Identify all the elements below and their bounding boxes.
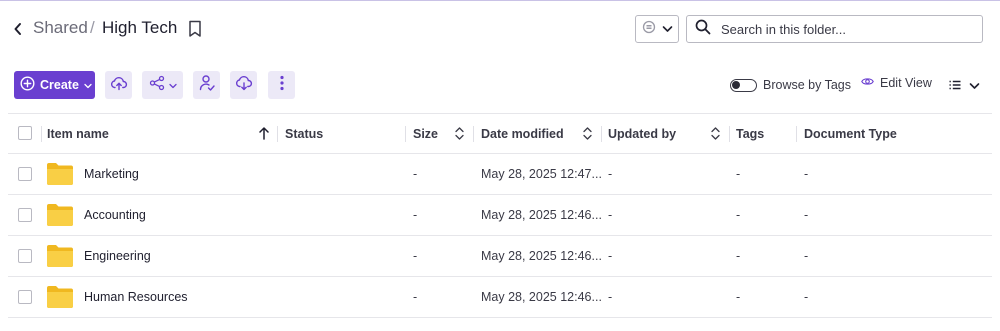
folder-icon: [46, 244, 74, 273]
edit-view-label: Edit View: [880, 76, 932, 90]
column-header-updated-by[interactable]: Updated by: [608, 114, 676, 153]
edit-view-button[interactable]: Edit View: [861, 76, 932, 90]
item-updated-by: -: [608, 208, 613, 222]
item-name[interactable]: Accounting: [84, 195, 146, 235]
item-document-type: -: [804, 167, 809, 181]
folder-icon: [46, 285, 74, 314]
create-button[interactable]: Create: [14, 71, 95, 99]
page-title: High Tech: [102, 18, 178, 37]
table-row[interactable]: Accounting - May 28, 2025 12:46... - - -: [8, 195, 992, 236]
back-arrow-icon[interactable]: [10, 20, 26, 38]
download-cloud-icon: [235, 75, 253, 96]
chevron-down-icon: [168, 76, 177, 94]
item-document-type: -: [804, 290, 809, 304]
upload-button[interactable]: [105, 71, 132, 99]
column-divider: [473, 126, 474, 142]
row-checkbox[interactable]: [18, 290, 32, 304]
breadcrumb-separator: /: [90, 18, 95, 37]
search-box: [686, 15, 983, 43]
column-divider: [729, 126, 730, 142]
search-icon: [695, 19, 711, 40]
column-header-document-type[interactable]: Document Type: [804, 114, 897, 153]
column-divider: [601, 126, 602, 142]
table-row[interactable]: Human Resources - May 28, 2025 12:46... …: [8, 277, 992, 318]
row-checkbox[interactable]: [18, 249, 32, 263]
toggle-knob: [732, 81, 740, 89]
share-button[interactable]: [142, 71, 183, 99]
list-icon: [949, 77, 961, 95]
row-checkbox[interactable]: [18, 167, 32, 181]
column-header-tags[interactable]: Tags: [736, 114, 764, 153]
item-date-modified: May 28, 2025 12:46...: [481, 249, 602, 263]
column-divider: [796, 126, 797, 142]
column-header-size[interactable]: Size: [413, 114, 438, 153]
sort-icon[interactable]: [711, 127, 720, 145]
sort-icon[interactable]: [455, 127, 464, 145]
user-check-icon: [198, 74, 216, 97]
bookmark-icon[interactable]: [188, 20, 202, 38]
view-mode-menu[interactable]: [949, 77, 980, 95]
sort-arrow-up-icon[interactable]: [259, 127, 269, 145]
item-size: -: [413, 249, 418, 263]
item-date-modified: May 28, 2025 12:46...: [481, 290, 602, 304]
folder-icon: [46, 162, 74, 191]
item-updated-by: -: [608, 249, 613, 263]
sort-icon[interactable]: [583, 127, 592, 145]
table-header: Item name Status Size Date modified Upda…: [8, 113, 992, 154]
row-checkbox[interactable]: [18, 208, 32, 222]
item-date-modified: May 28, 2025 12:46...: [481, 208, 602, 222]
chevron-down-icon: [662, 20, 673, 38]
scope-icon: [642, 20, 656, 39]
item-size: -: [413, 167, 418, 181]
chevron-down-icon: [969, 77, 980, 95]
item-document-type: -: [804, 249, 809, 263]
eye-icon: [861, 76, 874, 90]
more-actions-button[interactable]: [268, 71, 295, 99]
item-name[interactable]: Engineering: [84, 236, 151, 276]
item-document-type: -: [804, 208, 809, 222]
browse-by-tags-label: Browse by Tags: [763, 78, 852, 92]
create-button-label: Create: [40, 78, 79, 92]
search-scope-select[interactable]: [635, 15, 679, 43]
chevron-down-icon: [84, 78, 92, 92]
column-divider: [277, 126, 278, 142]
folder-icon: [46, 203, 74, 232]
browse-by-tags-toggle[interactable]: [730, 79, 757, 92]
top-border: [0, 0, 1000, 1]
download-button[interactable]: [230, 71, 257, 99]
item-tags: -: [736, 249, 741, 263]
item-date-modified: May 28, 2025 12:47...: [481, 167, 602, 181]
select-all-checkbox[interactable]: [18, 126, 32, 140]
check-in-out-button[interactable]: [193, 71, 220, 99]
table-row[interactable]: Engineering - May 28, 2025 12:46... - - …: [8, 236, 992, 277]
column-header-item-name[interactable]: Item name: [47, 114, 109, 153]
upload-cloud-icon: [110, 75, 128, 96]
column-header-date-modified[interactable]: Date modified: [481, 114, 564, 153]
item-name[interactable]: Human Resources: [84, 277, 188, 317]
item-updated-by: -: [608, 167, 613, 181]
column-divider: [405, 126, 406, 142]
plus-circle-icon: [20, 76, 35, 94]
item-size: -: [413, 208, 418, 222]
item-size: -: [413, 290, 418, 304]
item-updated-by: -: [608, 290, 613, 304]
item-tags: -: [736, 167, 741, 181]
item-tags: -: [736, 290, 741, 304]
column-divider: [41, 126, 42, 142]
breadcrumb-root[interactable]: Shared: [33, 18, 88, 38]
table-row[interactable]: Marketing - May 28, 2025 12:47... - - -: [8, 154, 992, 195]
share-icon: [149, 75, 165, 96]
item-name[interactable]: Marketing: [84, 154, 139, 194]
search-input[interactable]: [721, 21, 971, 37]
column-header-status[interactable]: Status: [285, 114, 323, 153]
item-tags: -: [736, 208, 741, 222]
more-vertical-icon: [279, 75, 284, 96]
